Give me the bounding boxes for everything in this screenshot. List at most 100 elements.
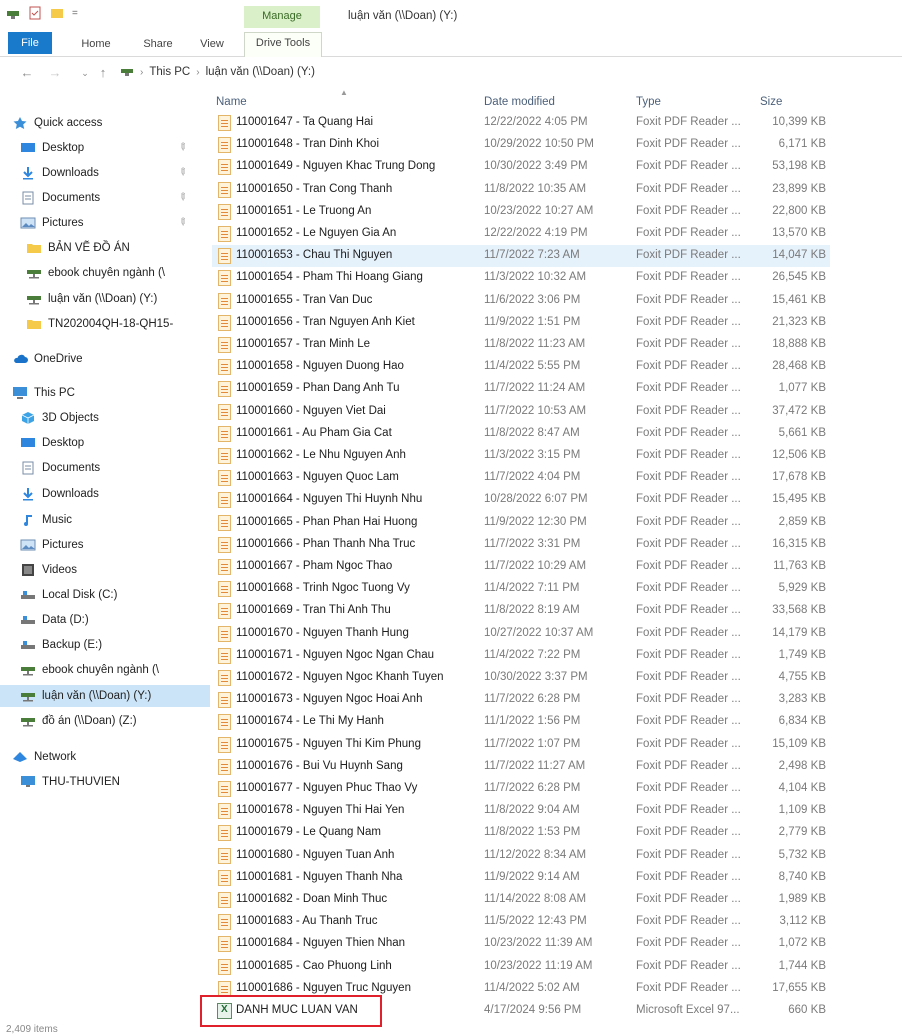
sidebar-item[interactable]: TN202004QH-18-QH15- (0, 313, 210, 335)
file-row[interactable]: 110001667 - Pham Ngoc Thao 11/7/2022 10:2… (212, 556, 830, 578)
file-type: Foxit PDF Reader ... (636, 426, 741, 439)
properties-icon[interactable] (28, 6, 42, 20)
sidebar-item[interactable]: THU-THUVIEN (0, 771, 210, 793)
tab-share[interactable]: Share (136, 34, 180, 54)
sidebar-item[interactable]: Documents (0, 457, 210, 479)
file-row[interactable]: 110001679 - Le Quang Nam 11/8/2022 1:53 P… (212, 822, 830, 844)
file-row[interactable]: 110001670 - Nguyen Thanh Hung 10/27/2022 … (212, 623, 830, 645)
file-row[interactable]: 110001666 - Phan Thanh Nha Truc 11/7/2022… (212, 534, 830, 556)
file-date-modified: 11/7/2022 3:31 PM (484, 537, 581, 550)
file-row[interactable]: 110001674 - Le Thi My Hanh 11/1/2022 1:56… (212, 711, 830, 733)
sidebar-item[interactable]: Data (D:) (0, 609, 210, 631)
sidebar-item[interactable]: ebook chuyên ngành (\ (0, 659, 210, 681)
breadcrumb[interactable]: › This PC › luận văn (\\Doan) (Y:) (120, 66, 315, 78)
sidebar-item[interactable]: Pictures ✎ (0, 212, 210, 234)
file-row[interactable]: 110001650 - Tran Cong Thanh 11/8/2022 10:… (212, 179, 830, 201)
file-type: Foxit PDF Reader ... (636, 959, 741, 972)
pin-icon[interactable]: ✎ (175, 141, 189, 155)
breadcrumb-this-pc[interactable]: This PC (149, 66, 190, 78)
sidebar-item[interactable]: Network (0, 746, 210, 768)
file-date-modified: 11/7/2022 11:27 AM (484, 759, 586, 772)
tab-view[interactable]: View (194, 34, 230, 54)
file-row[interactable]: 110001656 - Tran Nguyen Anh Kiet 11/9/202… (212, 312, 830, 334)
sidebar-item[interactable]: Desktop ✎ (0, 137, 210, 159)
file-row[interactable]: 110001659 - Phan Dang Anh Tu 11/7/2022 11… (212, 378, 830, 400)
file-name: 110001681 - Nguyen Thanh Nha (236, 870, 403, 883)
sidebar-item-label: Pictures (42, 217, 84, 229)
file-row[interactable]: 110001682 - Doan Minh Thuc 11/14/2022 8:0… (212, 889, 830, 911)
tab-home[interactable]: Home (74, 34, 118, 54)
file-row[interactable]: 110001675 - Nguyen Thi Kim Phung 11/7/202… (212, 734, 830, 756)
file-row[interactable]: 110001647 - Ta Quang Hai 12/22/2022 4:05 … (212, 112, 830, 134)
sidebar-item-label: 3D Objects (42, 412, 99, 424)
recent-locations-icon[interactable]: ⌄ (78, 65, 92, 81)
file-row[interactable]: 110001661 - Au Pham Gia Cat 11/8/2022 8:4… (212, 423, 830, 445)
file-row[interactable]: 110001684 - Nguyen Thien Nhan 10/23/2022 … (212, 933, 830, 955)
file-name: 110001680 - Nguyen Tuan Anh (236, 848, 395, 861)
file-row[interactable]: 110001685 - Cao Phuong Linh 10/23/2022 11… (212, 956, 830, 978)
customize-toolbar-icon[interactable]: = (72, 8, 78, 19)
file-date-modified: 10/28/2022 6:07 PM (484, 493, 588, 506)
sidebar-item[interactable]: Desktop (0, 432, 210, 454)
up-arrow-icon[interactable]: ↑ (96, 65, 110, 81)
sidebar-item[interactable]: 3D Objects (0, 407, 210, 429)
pin-icon[interactable]: ✎ (175, 191, 189, 205)
sidebar-item[interactable]: Documents ✎ (0, 187, 210, 209)
file-row[interactable]: 110001671 - Nguyen Ngoc Ngan Chau 11/4/20… (212, 645, 830, 667)
file-row[interactable]: 110001673 - Nguyen Ngoc Hoai Anh 11/7/202… (212, 689, 830, 711)
sidebar-item[interactable]: Backup (E:) (0, 634, 210, 656)
file-row[interactable]: 110001683 - Au Thanh Truc 11/5/2022 12:43… (212, 911, 830, 933)
sidebar-item[interactable]: đồ án (\\Doan) (Z:) (0, 710, 210, 732)
pin-icon[interactable]: ✎ (175, 216, 189, 230)
tab-manage[interactable]: Manage (244, 6, 320, 28)
file-row[interactable]: 110001668 - Trinh Ngoc Tuong Vy 11/4/2022… (212, 578, 830, 600)
file-row[interactable]: 110001649 - Nguyen Khac Trung Dong 10/30/… (212, 156, 830, 178)
file-row[interactable]: 110001669 - Tran Thi Anh Thu 11/8/2022 8:… (212, 600, 830, 622)
file-date-modified: 11/4/2022 5:02 AM (484, 981, 580, 994)
new-folder-icon[interactable] (50, 6, 64, 20)
tab-file[interactable]: File (8, 32, 52, 54)
sidebar-item[interactable]: luận văn (\\Doan) (Y:) (0, 685, 210, 707)
file-row[interactable]: 110001652 - Le Nguyen Gia An 12/22/2022 4… (212, 223, 830, 245)
file-row[interactable]: 110001663 - Nguyen Quoc Lam 11/7/2022 4:0… (212, 467, 830, 489)
file-row[interactable]: 110001677 - Nguyen Phuc Thao Vy 11/7/2022… (212, 778, 830, 800)
file-row[interactable]: 110001676 - Bui Vu Huynh Sang 11/7/2022 1… (212, 756, 830, 778)
file-row[interactable]: 110001672 - Nguyen Ngoc Khanh Tuyen 10/30… (212, 667, 830, 689)
back-arrow-icon[interactable]: ← (20, 65, 34, 81)
file-type: Foxit PDF Reader ... (636, 782, 741, 794)
file-row[interactable]: 110001680 - Nguyen Tuan Anh 11/12/2022 8:… (212, 845, 830, 867)
file-row[interactable]: 110001653 - Chau Thi Nguyen 11/7/2022 7:2… (212, 245, 830, 268)
sidebar-item[interactable]: Downloads ✎ (0, 162, 210, 184)
file-type: Foxit PDF Reader ... (636, 227, 741, 239)
file-row[interactable]: 110001678 - Nguyen Thi Hai Yen 11/8/2022 … (212, 800, 830, 822)
sidebar-item[interactable]: ebook chuyên ngành (\ (0, 262, 210, 284)
sidebar-item[interactable]: Pictures (0, 534, 210, 556)
file-row[interactable]: 110001655 - Tran Van Duc 11/6/2022 3:06 P… (212, 290, 830, 312)
sidebar-item[interactable]: BẢN VẼ ĐỒ ÁN (0, 237, 210, 259)
file-row[interactable]: 110001657 - Tran Minh Le 11/8/2022 11:23 … (212, 334, 830, 356)
sidebar-item[interactable]: Videos (0, 559, 210, 581)
drive-icon[interactable] (6, 6, 20, 20)
file-row[interactable]: 110001648 - Tran Dinh Khoi 10/29/2022 10:… (212, 134, 830, 156)
sidebar-item[interactable]: OneDrive (0, 348, 210, 370)
sidebar-item[interactable]: Downloads (0, 483, 210, 505)
file-row[interactable]: 110001664 - Nguyen Thi Huynh Nhu 10/28/20… (212, 489, 830, 511)
file-row[interactable]: 110001662 - Le Nhu Nguyen Anh 11/3/2022 3… (212, 445, 830, 467)
sidebar-item[interactable]: Quick access (0, 112, 210, 134)
forward-arrow-icon[interactable]: → (48, 65, 62, 81)
file-row[interactable]: 110001651 - Le Truong An 10/23/2022 10:27… (212, 201, 830, 223)
breadcrumb-current-drive[interactable]: luận văn (\\Doan) (Y:) (206, 66, 315, 78)
sidebar-item[interactable]: This PC (0, 382, 210, 404)
pin-icon[interactable]: ✎ (175, 166, 189, 180)
tab-drive-tools[interactable]: Drive Tools (244, 32, 322, 57)
file-size: 6,171 KB (778, 138, 826, 151)
sidebar-item[interactable]: Music (0, 509, 210, 531)
file-name: 110001684 - Nguyen Thien Nhan (236, 937, 406, 950)
file-row[interactable]: 110001658 - Nguyen Duong Hao 11/4/2022 5:… (212, 356, 830, 378)
file-row[interactable]: 110001681 - Nguyen Thanh Nha 11/9/2022 9:… (212, 867, 830, 889)
file-row[interactable]: 110001654 - Pham Thi Hoang Giang 11/3/202… (212, 267, 830, 289)
sidebar-item[interactable]: Local Disk (C:) (0, 584, 210, 606)
sidebar-item[interactable]: luận văn (\\Doan) (Y:) (0, 288, 210, 310)
file-row[interactable]: 110001665 - Phan Phan Hai Huong 11/9/2022… (212, 512, 830, 534)
file-row[interactable]: 110001660 - Nguyen Viet Dai 11/7/2022 10:… (212, 401, 830, 423)
